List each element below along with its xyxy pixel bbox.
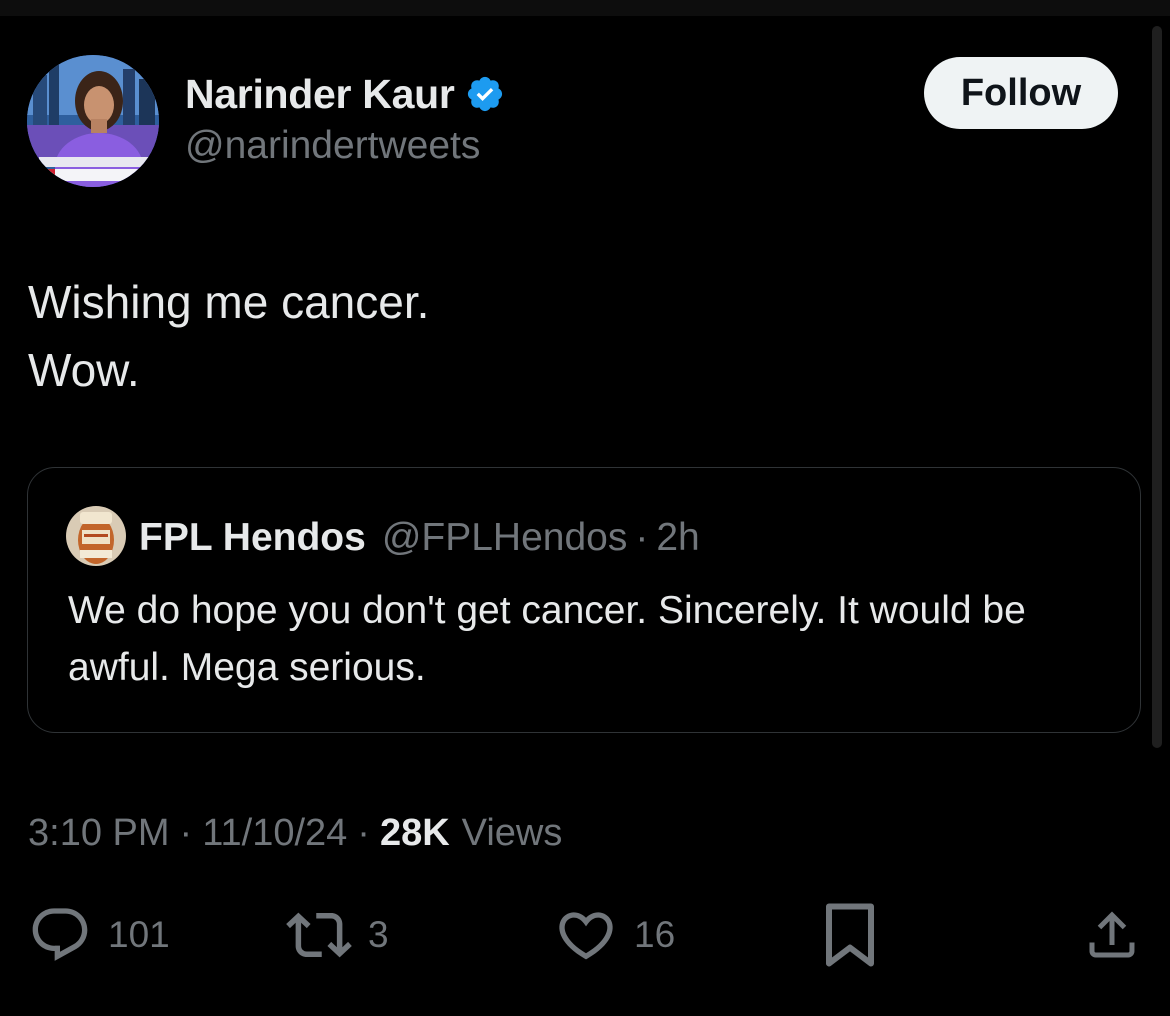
quoted-separator: ·	[635, 516, 649, 559]
author-handle[interactable]: @narindertweets	[185, 124, 480, 168]
tweet-text: Wishing me cancer. Wow.	[28, 268, 429, 404]
quoted-display-name[interactable]: FPL Hendos	[139, 516, 366, 560]
like-count: 16	[634, 914, 676, 955]
tweet-meta: 3:10 PM · 11/10/24 · 28K Views	[28, 806, 562, 860]
quoted-tweet-card[interactable]: FPL Hendos @FPLHendos · 2h We do hope yo…	[27, 467, 1141, 733]
views-count[interactable]: 28K	[380, 812, 450, 855]
repost-arrows-icon	[286, 912, 352, 958]
tweet-time[interactable]: 3:10 PM	[28, 812, 170, 855]
heart-icon	[559, 912, 613, 960]
reply-count: 101	[108, 914, 170, 955]
bookmark-icon	[826, 903, 874, 967]
avatar-photo	[27, 55, 159, 187]
quoted-tweet-header: FPL Hendos @FPLHendos · 2h	[139, 510, 700, 566]
scrollbar[interactable]	[1152, 26, 1162, 748]
verified-badge-icon[interactable]	[465, 74, 505, 114]
quoted-author-avatar[interactable]	[66, 506, 126, 566]
reply-button[interactable]: 101	[28, 902, 170, 968]
status-bar-strip	[0, 0, 1170, 16]
quoted-time[interactable]: 2h	[656, 516, 699, 560]
tweet-text-line: Wishing me cancer.	[28, 276, 430, 328]
bookmark-button[interactable]	[820, 902, 880, 968]
follow-button[interactable]: Follow	[924, 57, 1118, 129]
like-button[interactable]: 16	[554, 902, 675, 968]
quoted-tweet-text: We do hope you don't get cancer. Sincere…	[68, 589, 1026, 689]
share-button[interactable]	[1082, 902, 1142, 968]
author-display-name[interactable]: Narinder Kaur	[185, 71, 455, 118]
reply-bubble-icon	[32, 908, 88, 961]
quoted-avatar-photo	[66, 506, 126, 566]
repost-button[interactable]: 3	[286, 902, 389, 968]
author-name-row: Narinder Kaur	[185, 68, 505, 120]
repost-count: 3	[368, 914, 389, 955]
author-avatar[interactable]	[27, 55, 159, 187]
meta-separator: ·	[179, 811, 193, 854]
share-icon	[1089, 911, 1135, 958]
tweet-date[interactable]: 11/10/24	[202, 812, 347, 855]
views-label: Views	[461, 811, 563, 854]
quoted-handle[interactable]: @FPLHendos	[382, 516, 628, 560]
tweet-text-line: Wow.	[28, 344, 140, 396]
meta-separator: ·	[357, 811, 370, 854]
